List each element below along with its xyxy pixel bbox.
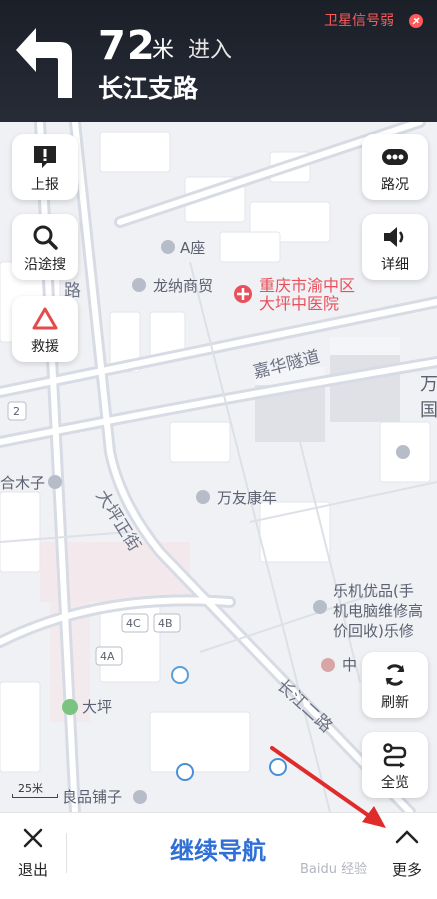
poi-hemuzi[interactable]: 合木子 xyxy=(0,474,45,492)
search-along-button[interactable]: 沿途搜 xyxy=(12,214,78,280)
distance-unit: 米 xyxy=(152,38,175,63)
search-along-label: 沿途搜 xyxy=(24,257,66,273)
satellite-signal-icon xyxy=(409,14,423,28)
refresh-button[interactable]: 刷新 xyxy=(362,652,428,718)
rescue-label: 救援 xyxy=(31,339,59,355)
poi-leji-line1[interactable]: 乐机优品(手 xyxy=(333,582,414,600)
exit-label: 退出 xyxy=(17,861,48,879)
overview-button[interactable]: 全览 xyxy=(362,732,428,798)
turn-action: 进入 xyxy=(188,38,233,63)
poi-hospital-line2[interactable]: 大坪中医院 xyxy=(259,295,339,313)
turn-left-arrow-icon xyxy=(16,28,72,98)
close-icon xyxy=(23,828,43,848)
refresh-label: 刷新 xyxy=(381,695,409,711)
traffic-button[interactable]: 路况 xyxy=(362,134,428,200)
poi-longna[interactable]: 龙纳商贸 xyxy=(153,277,213,295)
watermark: Baidu 经验 xyxy=(300,862,368,877)
poi-hospital-line1[interactable]: 重庆市渝中区 xyxy=(259,277,355,295)
chevron-up-icon xyxy=(395,830,419,844)
gps-weak-warning: 卫星信号弱 xyxy=(324,13,394,29)
turn-distance: 72 xyxy=(98,23,156,69)
navigation-header: 72 米 进入 长江支路 卫星信号弱 xyxy=(0,0,437,122)
badge-4c: 4C xyxy=(126,617,141,630)
route-overview-icon xyxy=(383,743,407,768)
search-icon xyxy=(33,225,58,250)
poi-daping[interactable]: 大坪 xyxy=(82,698,112,716)
badge-2: 2 xyxy=(13,405,20,418)
refresh-icon xyxy=(385,664,405,686)
exit-button[interactable]: 退出 xyxy=(8,823,60,883)
rescue-button[interactable]: 救援 xyxy=(12,296,78,362)
next-road-name: 长江支路 xyxy=(98,74,199,103)
traffic-label: 路况 xyxy=(381,177,409,193)
poi-wan[interactable]: 万 xyxy=(420,376,437,394)
poi-leji-line3[interactable]: 价回收)乐修 xyxy=(333,622,414,640)
badge-4b: 4B xyxy=(158,617,173,630)
bottom-bar: 退出 继续导航 更多 xyxy=(0,812,437,899)
poi-liangpin[interactable]: 良品铺子 xyxy=(62,788,122,806)
detail-button[interactable]: 详细 xyxy=(362,214,428,280)
poi-zhong[interactable]: 中 xyxy=(342,656,357,674)
bottom-divider xyxy=(66,833,67,873)
poi-wanyou[interactable]: 万友康年 xyxy=(217,489,277,507)
report-icon xyxy=(34,146,56,168)
poi-a-block[interactable]: A座 xyxy=(180,239,205,257)
badge-4a: 4A xyxy=(100,650,115,663)
more-label: 更多 xyxy=(391,861,422,879)
more-button[interactable]: 更多 xyxy=(382,823,432,885)
report-button[interactable]: 上报 xyxy=(12,134,78,200)
more-dots-icon xyxy=(382,149,408,165)
speaker-icon xyxy=(384,227,404,247)
poi-guo[interactable]: 国 xyxy=(420,402,437,420)
overview-label: 全览 xyxy=(381,775,409,791)
map-scale-bar xyxy=(12,794,58,798)
detail-label: 详细 xyxy=(381,257,409,273)
poi-leji-line2[interactable]: 机电脑维修高 xyxy=(333,602,423,620)
report-label: 上报 xyxy=(31,177,59,193)
warning-triangle-icon xyxy=(32,307,58,330)
